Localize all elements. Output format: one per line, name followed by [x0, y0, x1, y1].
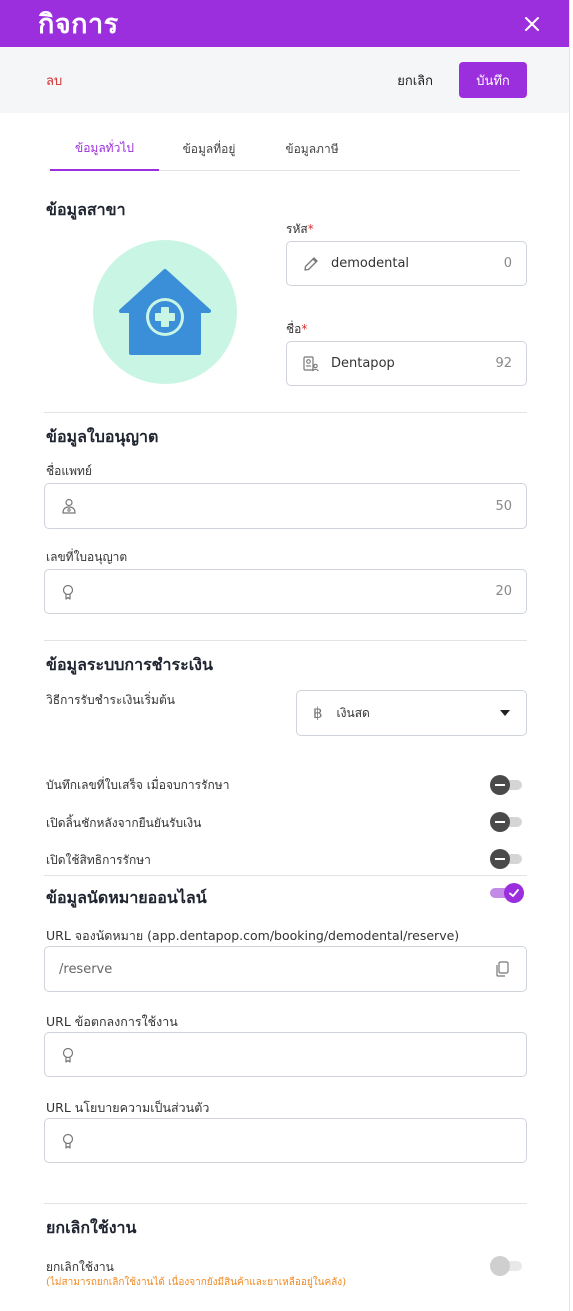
- deactivate-section-title: ยกเลิกใช้งาน: [46, 1218, 137, 1237]
- code-char-count: 0: [503, 256, 512, 271]
- action-bar: ลบ ยกเลิก บันทึก: [0, 47, 569, 113]
- divider: [44, 640, 527, 641]
- baht-icon: ฿: [313, 704, 323, 722]
- certificate-icon: [59, 1045, 79, 1065]
- medical-house-icon: [119, 269, 211, 355]
- delete-button[interactable]: ลบ: [46, 70, 397, 91]
- doctor-name-field[interactable]: 50: [44, 483, 527, 529]
- booking-url-field[interactable]: /reserve: [44, 946, 527, 992]
- branch-section-title: ข้อมูลสาขา: [46, 200, 126, 219]
- payment-method-value: เงินสด: [336, 705, 370, 720]
- code-field[interactable]: demodental 0: [286, 241, 527, 286]
- treatment-rights-toggle[interactable]: [490, 849, 524, 869]
- tab-tax[interactable]: ข้อมูลภาษี: [259, 127, 365, 171]
- privacy-url-field[interactable]: [44, 1118, 527, 1163]
- modal-title: กิจการ: [38, 9, 119, 40]
- online-booking-toggle[interactable]: [490, 883, 524, 903]
- code-label: รหัส*: [286, 222, 314, 236]
- payment-method-select[interactable]: ฿ เงินสด: [296, 690, 527, 736]
- receipt-toggle-label: บันทึกเลขที่ใบเสร็จ เมื่อจบการรักษา: [46, 778, 230, 792]
- doctor-name-char-count: 50: [495, 498, 512, 514]
- name-char-count: 92: [495, 356, 512, 371]
- tab-bar: ข้อมูลทั่วไป ข้อมูลที่อยู่ ข้อมูลภาษี: [50, 127, 520, 171]
- license-number-char-count: 20: [495, 584, 512, 599]
- privacy-url-label: URL นโยบายความเป็นส่วนตัว: [46, 1100, 210, 1115]
- scrollbar[interactable]: [569, 0, 573, 1311]
- divider: [44, 412, 527, 413]
- terms-url-label: URL ข้อตกลงการใช้งาน: [46, 1014, 178, 1029]
- receipt-toggle[interactable]: [490, 775, 524, 795]
- chevron-down-icon: [500, 710, 510, 716]
- id-card-icon: [301, 354, 321, 374]
- save-button[interactable]: บันทึก: [459, 62, 527, 98]
- branch-logo[interactable]: [93, 240, 237, 384]
- booking-url-value: /reserve: [59, 961, 113, 977]
- name-field[interactable]: Dentapop 92: [286, 341, 527, 386]
- payment-method-label: วิธีการรับชำระเงินเริ่มต้น: [46, 693, 175, 707]
- divider: [44, 875, 527, 876]
- modal-header: กิจการ: [0, 0, 569, 47]
- certificate-icon: [59, 1131, 79, 1151]
- tab-address[interactable]: ข้อมูลที่อยู่: [159, 127, 259, 171]
- divider: [44, 1203, 527, 1204]
- doctor-icon: [59, 496, 79, 516]
- terms-url-field[interactable]: [44, 1032, 527, 1077]
- deactivate-warning: (ไม่สามารถยกเลิกใช้งานได้ เนื่องจากยังมี…: [46, 1277, 347, 1288]
- pencil-icon: [301, 254, 321, 274]
- tab-general[interactable]: ข้อมูลทั่วไป: [50, 127, 159, 171]
- name-value: Dentapop: [331, 356, 395, 371]
- close-icon[interactable]: [517, 12, 547, 36]
- copy-icon[interactable]: [492, 959, 512, 979]
- deactivate-toggle[interactable]: [490, 1256, 524, 1276]
- license-number-label: เลขที่ใบอนุญาต: [46, 550, 128, 564]
- code-value: demodental: [331, 256, 410, 271]
- treatment-rights-toggle-label: เปิดใช้สิทธิการรักษา: [46, 853, 151, 867]
- booking-url-label: URL จองนัดหมาย (app.dentapop.com/booking…: [46, 928, 460, 943]
- online-section-title: ข้อมูลนัดหมายออนไลน์: [46, 888, 207, 907]
- check-icon: [504, 883, 524, 903]
- certificate-icon: [59, 582, 79, 602]
- drawer-toggle-label: เปิดลิ้นชักหลังจากยืนยันรับเงิน: [46, 816, 202, 830]
- payment-section-title: ข้อมูลระบบการชำระเงิน: [46, 655, 213, 674]
- license-number-field[interactable]: 20: [44, 569, 527, 614]
- drawer-toggle[interactable]: [490, 812, 524, 832]
- name-label: ชื่อ*: [286, 322, 308, 336]
- license-section-title: ข้อมูลใบอนุญาต: [46, 427, 159, 446]
- cancel-button[interactable]: ยกเลิก: [397, 70, 433, 91]
- doctor-name-label: ชื่อแพทย์: [46, 464, 92, 478]
